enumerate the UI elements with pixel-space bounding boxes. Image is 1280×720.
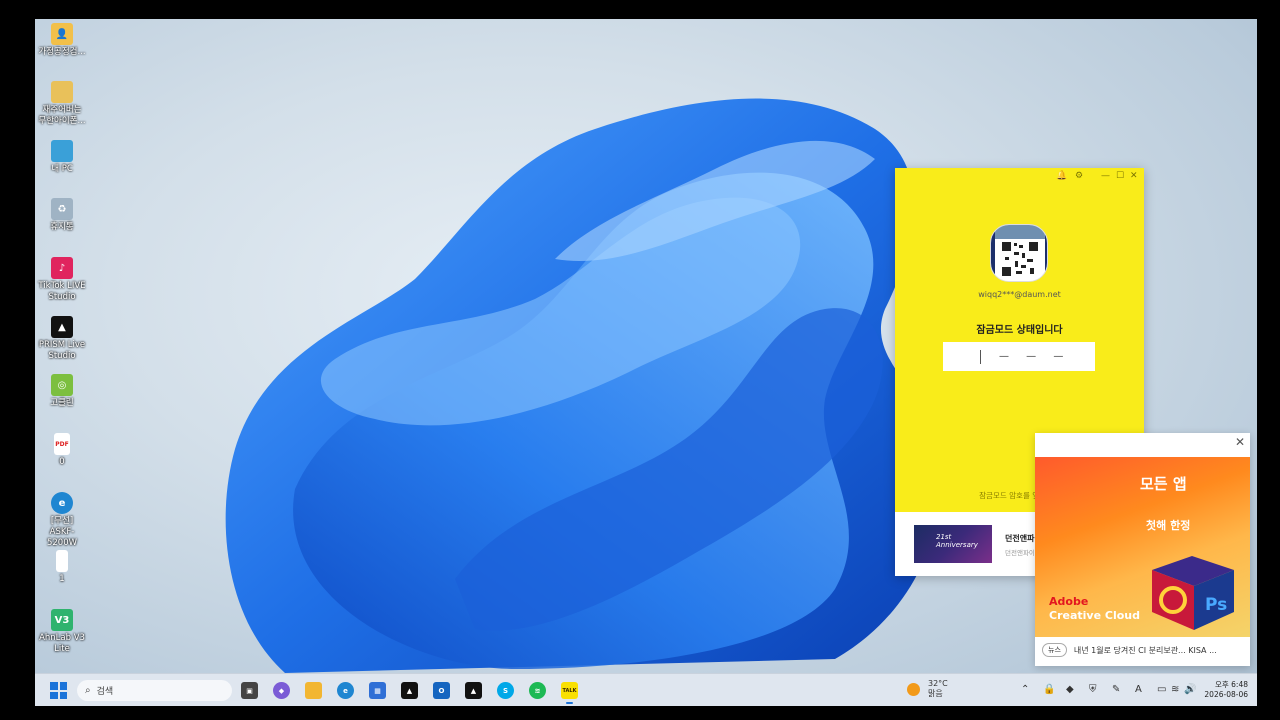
profile-avatar: [990, 224, 1048, 282]
adobe-notification[interactable]: ✕ 모든 앱 첫해 한정 Ps Adobe Creative Cloud 뉴스 …: [1035, 433, 1250, 666]
desktop-icon-pdf[interactable]: PDF 0: [35, 433, 89, 468]
monitor-icon: [51, 140, 73, 162]
news-headline: 내년 1월로 당겨진 CI 분리보관... KISA ...: [1073, 645, 1217, 655]
adobe-brand-line1: Adobe: [1049, 595, 1089, 608]
pen-icon[interactable]: ✎: [1112, 684, 1120, 695]
sun-icon: [907, 682, 920, 696]
pdf-file-icon: PDF: [54, 433, 70, 455]
adobe-banner[interactable]: 모든 앱 첫해 한정 Ps Adobe Creative Cloud: [1035, 457, 1250, 637]
time: 오후 6:48: [1214, 680, 1248, 689]
desktop-icon-user-folder[interactable]: 👤 가정공정검...: [35, 23, 89, 58]
text-cursor: [980, 349, 981, 364]
search-placeholder: 검색: [96, 687, 114, 697]
news-ticker[interactable]: 뉴스 내년 1월로 당겨진 CI 분리보관... KISA ...: [1042, 643, 1217, 657]
user-folder-icon: 👤: [51, 23, 73, 45]
copilot-tray-icon[interactable]: ◆: [1066, 684, 1074, 695]
spotify-icon[interactable]: ≋: [529, 682, 546, 699]
wifi-icon[interactable]: ≋: [1171, 684, 1179, 695]
skype-icon[interactable]: S: [497, 682, 514, 699]
file-explorer-icon[interactable]: [305, 682, 322, 699]
gear-icon[interactable]: ⚙: [1075, 171, 1083, 181]
volume-icon[interactable]: 🔊: [1184, 684, 1196, 695]
tiktok-icon: ♪: [51, 257, 73, 279]
blank-file-icon: [56, 550, 68, 572]
desktop-icon-blank-file[interactable]: 1: [35, 550, 89, 585]
desktop-icon-recycle-bin[interactable]: ♻ 휴지통: [35, 198, 89, 233]
prism-icon: ▲: [51, 316, 73, 338]
creative-cloud-cube-icon: Ps: [1152, 556, 1234, 630]
kakaotalk-icon[interactable]: TALK: [561, 682, 578, 704]
desktop-icon-folder[interactable]: 재주어버는 무한아이폰...: [35, 81, 89, 127]
recycle-bin-icon: ♻: [51, 198, 73, 220]
clock[interactable]: 오후 6:48 2026-08-06: [1200, 680, 1248, 700]
adobe-brand-line2: Creative Cloud: [1049, 609, 1140, 622]
microsoft-store-icon[interactable]: ▦: [369, 682, 386, 699]
desktop-icon-edge-shortcut[interactable]: e [무선] ASKF-5200W: [35, 492, 89, 549]
weather-condition: 맑음: [928, 689, 943, 698]
account-email: wiqq2***@daum.net: [978, 290, 1061, 299]
ad-thumbnail: 21st Anniversary: [914, 525, 992, 563]
prism-icon[interactable]: ▲: [401, 682, 418, 699]
maximize-icon[interactable]: ☐: [1116, 171, 1124, 181]
desktop: 👤 가정공정검... 재주어버는 무한아이폰... 내 PC ♻ 휴지통 ♪ T…: [35, 19, 1257, 706]
goclean-icon: ◎: [51, 374, 73, 396]
edge-icon[interactable]: e: [337, 682, 354, 699]
desktop-icon-tiktok-live[interactable]: ♪ TikTok LIVE Studio: [35, 257, 89, 303]
desktop-icon-prism-live[interactable]: ▲ PRISM Live Studio: [35, 316, 89, 362]
weather-widget[interactable]: 32°C 맑음: [907, 679, 948, 699]
kakaotalk-label: TALK: [562, 687, 577, 694]
adobe-subline: 첫해 한정: [1146, 519, 1191, 532]
lock-pin-input[interactable]: — — —: [943, 342, 1095, 371]
ime-icon[interactable]: A: [1135, 684, 1142, 695]
pin-placeholder: — — —: [999, 351, 1071, 362]
search-icon: ⌕: [85, 685, 91, 696]
lock-icon[interactable]: 🔒: [1043, 684, 1055, 695]
close-icon[interactable]: ✕: [1130, 171, 1138, 181]
desktop-icon-this-pc[interactable]: 내 PC: [35, 140, 89, 175]
desktop-icon-ahnlab-v3[interactable]: V3 AhnLab V3 Lite: [35, 609, 89, 655]
folder-icon: [51, 81, 73, 103]
adobe-headline: 모든 앱: [1140, 475, 1187, 493]
prism-live-icon[interactable]: ▲: [465, 682, 482, 699]
chevron-up-icon[interactable]: ⌃: [1021, 684, 1029, 695]
news-tag: 뉴스: [1042, 643, 1067, 657]
start-button[interactable]: [50, 682, 67, 699]
outlook-icon[interactable]: O: [433, 682, 450, 699]
edge-icon: e: [51, 492, 73, 514]
ahnlab-icon: V3: [51, 609, 73, 631]
shield-icon[interactable]: ⛨: [1089, 684, 1097, 695]
display-icon[interactable]: ▭: [1157, 684, 1166, 695]
copilot-icon[interactable]: ◆: [273, 682, 290, 699]
bell-icon[interactable]: 🔔: [1056, 171, 1067, 181]
desktop-icon-goclean[interactable]: ◎ 고클린: [35, 374, 89, 409]
lock-mode-message: 잠금모드 상태입니다: [976, 325, 1063, 336]
svg-text:Ps: Ps: [1205, 595, 1227, 615]
taskbar: ⌕ 검색 ▣ ◆ e ▦ ▲ O ▲ S ≋ TALK 32°C 맑음 ⌃ 🔒 …: [35, 673, 1257, 706]
kakao-titlebar: 🔔 ⚙ — ☐ ✕: [895, 168, 1144, 186]
taskbar-search[interactable]: ⌕ 검색: [77, 680, 232, 701]
date: 2026-08-06: [1204, 690, 1248, 699]
close-icon[interactable]: ✕: [1235, 435, 1245, 449]
task-view-icon[interactable]: ▣: [241, 682, 258, 699]
minimize-icon[interactable]: —: [1101, 171, 1110, 181]
temperature: 32°C: [928, 679, 948, 688]
